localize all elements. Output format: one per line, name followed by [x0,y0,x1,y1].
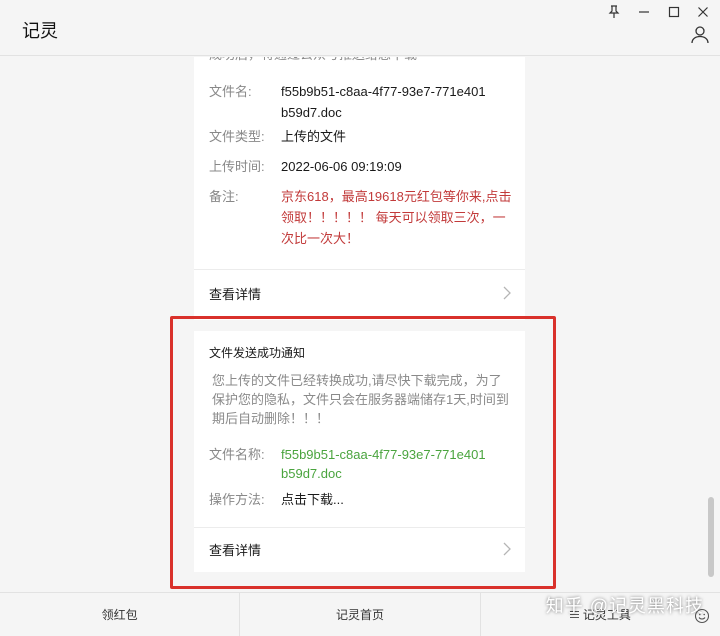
minimize-icon [639,11,649,13]
watermark: 知乎 @记灵黑科技 [545,596,704,616]
filename-label: 文件名: [209,84,252,99]
chevron-right-icon [503,286,511,300]
maximize-button[interactable] [663,2,685,22]
card2-desc-cont2: 期后自动删除！！！ [212,411,330,426]
pin-icon [608,5,620,18]
app-title: 记灵 [22,21,58,41]
tab-home[interactable]: 记灵首页 [240,593,481,636]
file-name-label: 文件名称: [209,447,265,462]
file-name-value-cont: b59d7.doc [281,466,342,481]
title-bar: 记灵 [0,0,720,56]
user-icon [691,26,709,44]
upload-time-label: 上传时间: [209,159,265,174]
card1-intro: 成功后，将通过公众号推送给您下载~ [209,57,425,67]
close-icon [698,7,708,17]
filename-value-cont: b59d7.doc [281,105,342,120]
view-details-link[interactable]: 查看详情 [209,540,261,559]
tab-red-packet[interactable]: 领红包 [0,593,241,636]
tab-label: 领红包 [101,608,138,622]
pin-button[interactable] [603,2,625,22]
filetype-label: 文件类型: [209,129,265,144]
smile-icon [694,608,710,624]
remark-value-cont2: 次比一次大！ [281,231,360,246]
filetype-value: 上传的文件 [281,129,347,144]
chevron-right-icon [503,542,511,556]
operation-label: 操作方法: [209,492,265,507]
file-sent-card: 文件发送成功通知 您上传的文件已经转换成功,请尽快下载完成，为了 保护您的隐私，… [194,331,525,572]
tab-label: 记灵首页 [335,608,384,622]
minimize-button[interactable] [633,2,655,22]
card1-view-details[interactable]: 查看详情 [194,269,525,320]
remark-label: 备注: [209,189,239,204]
emoji-button[interactable] [694,608,712,626]
profile-button[interactable] [690,24,714,48]
scrollbar-thumb[interactable] [708,497,714,577]
message-list: 成功后，将通过公众号推送给您下载~ 文件名: f55b9b51-c8aa-4f7… [0,57,720,592]
download-link[interactable]: 点击下载... [281,488,344,512]
upload-time-value: 2022-06-06 09:19:09 [281,159,402,174]
maximize-icon [668,6,680,18]
view-details-link[interactable]: 查看详情 [209,284,261,303]
close-button[interactable] [692,2,714,22]
card2-view-details[interactable]: 查看详情 [194,527,525,572]
card2-title: 文件发送成功通知 [209,346,306,360]
